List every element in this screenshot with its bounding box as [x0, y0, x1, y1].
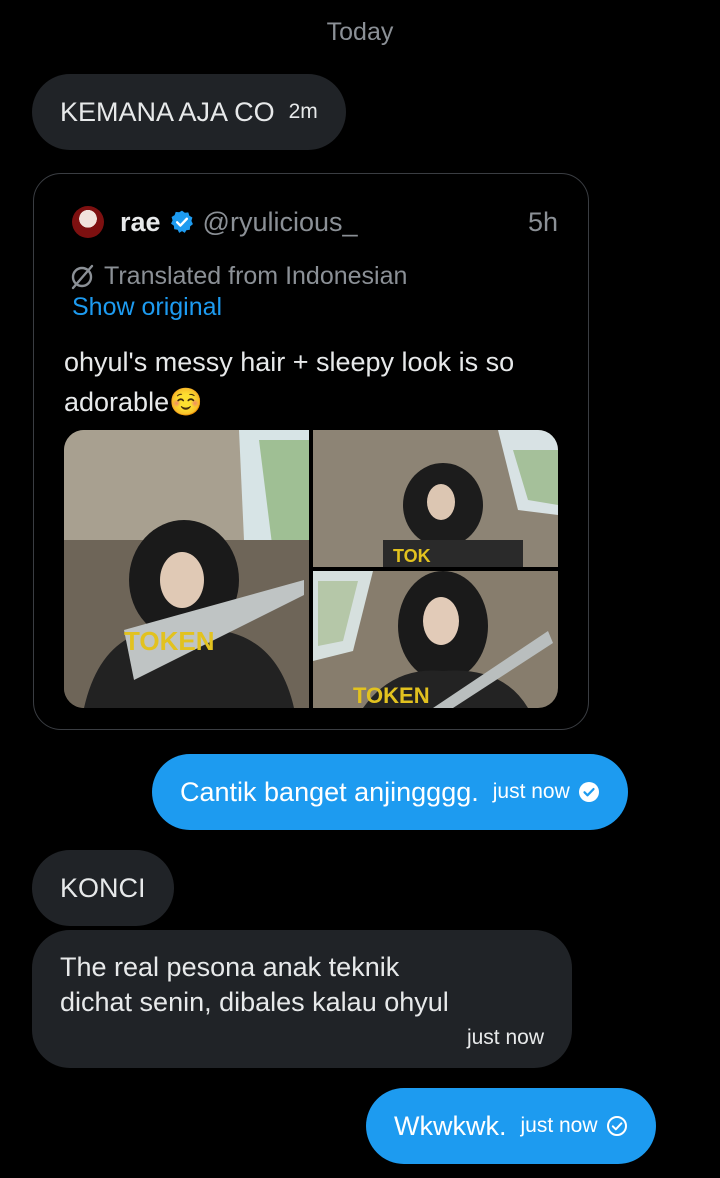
quoted-post-card[interactable]: rae @ryulicious_ 5h Translated from Indo… [33, 173, 589, 730]
quoted-post-header: rae @ryulicious_ 5h [72, 204, 558, 240]
dm-conversation: Today KEMANA AJA CO 2m rae @ryulicious_ … [0, 0, 720, 1178]
message-text: Wkwkwk. [394, 1110, 507, 1141]
media-photo[interactable]: TOK [313, 430, 558, 567]
message-text: KEMANA AJA CO [60, 96, 275, 127]
incoming-message[interactable]: KONCI [32, 850, 174, 926]
translation-notice: Translated from Indonesian [68, 262, 407, 291]
message-text: KONCI [60, 872, 146, 903]
translated-label: Translated from Indonesian [104, 262, 408, 290]
sent-check-icon [606, 1116, 627, 1136]
incoming-message[interactable]: KEMANA AJA CO 2m [32, 74, 346, 150]
media-grid: TOKEN TOK TOKEN [64, 430, 558, 708]
message-time: 2m [288, 100, 318, 123]
svg-text:TOKEN: TOKEN [124, 626, 215, 656]
outgoing-message[interactable]: Wkwkwk. just now [366, 1088, 656, 1164]
message-time: just now [520, 1114, 598, 1137]
incoming-message[interactable]: The real pesona anak teknik dichat senin… [32, 930, 572, 1068]
message-text-line: dichat senin, dibales kalau ohyul [60, 987, 449, 1017]
quoted-post-text: ohyul's messy hair + sleepy look is so a… [64, 347, 515, 417]
verified-badge-icon [170, 210, 193, 233]
translate-icon [71, 264, 94, 289]
seen-check-icon [578, 782, 599, 802]
author-name[interactable]: rae [120, 207, 161, 238]
message-time: just now [466, 1026, 544, 1049]
svg-text:TOKEN: TOKEN [353, 683, 430, 708]
outgoing-message[interactable]: Cantik banget anjingggg. just now [152, 754, 628, 830]
message-text-line: The real pesona anak teknik [60, 952, 400, 982]
message-time: just now [492, 780, 570, 803]
media-photo[interactable]: TOKEN [313, 571, 558, 708]
avatar[interactable] [72, 206, 104, 238]
media-photo[interactable]: TOKEN [64, 430, 309, 708]
post-age: 5h [527, 206, 558, 237]
show-original-link[interactable]: Show original [72, 293, 222, 322]
author-handle[interactable]: @ryulicious_ [203, 207, 358, 238]
svg-text:TOK: TOK [393, 546, 431, 566]
message-text: Cantik banget anjingggg. [180, 776, 479, 807]
date-separator: Today [326, 18, 394, 46]
